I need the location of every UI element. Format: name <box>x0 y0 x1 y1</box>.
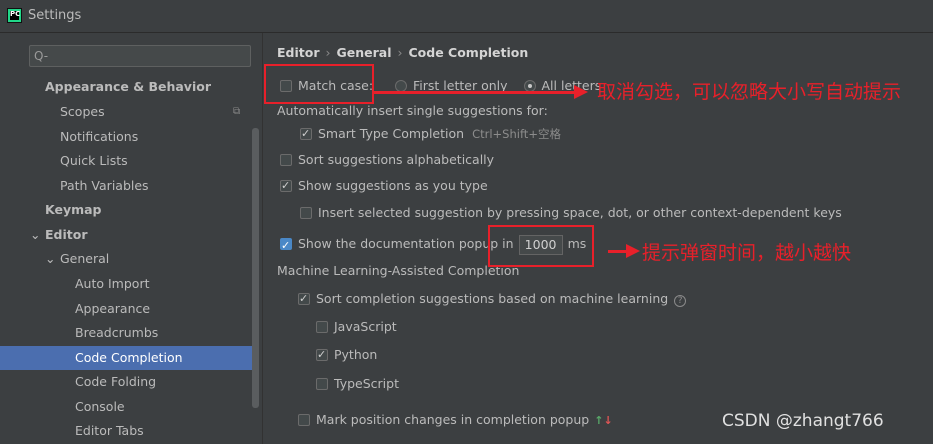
sidebar-item-quick-lists[interactable]: Quick Lists <box>0 149 259 173</box>
insert-selected-checkbox[interactable] <box>300 207 312 219</box>
position-change-arrows-icon: ↑↓ <box>594 414 613 427</box>
pycharm-app-icon: PC <box>7 8 22 23</box>
sidebar-item-console[interactable]: Console <box>0 395 259 419</box>
settings-sidebar: Q- Appearance & Behavior Scopes ⧉ Notific… <box>0 33 263 444</box>
chevron-down-icon[interactable]: ⌄ <box>45 247 55 271</box>
doc-popup-checkbox[interactable] <box>280 235 292 257</box>
sidebar-item-general[interactable]: ⌄ General <box>0 247 259 271</box>
sort-alpha-checkbox[interactable] <box>280 154 292 166</box>
annotation-arrow-line <box>608 250 628 253</box>
lang-js-row: JavaScript <box>316 318 397 336</box>
smart-type-row: Smart Type CompletionCtrl+Shift+空格 <box>300 125 561 143</box>
annotation-arrow-head <box>626 244 640 258</box>
project-scope-icon: ⧉ <box>233 106 241 117</box>
annotation-arrow-line <box>372 91 576 94</box>
window-title: Settings <box>28 8 82 23</box>
breadcrumb: Editor › General › Code Completion <box>277 45 529 60</box>
sidebar-item-scopes[interactable]: Scopes ⧉ <box>0 100 259 124</box>
sidebar-item-breadcrumbs[interactable]: Breadcrumbs <box>0 321 259 345</box>
sidebar-item-appearance-behavior[interactable]: Appearance & Behavior <box>0 75 259 99</box>
lang-ts-row: TypeScript <box>316 375 399 393</box>
show-as-you-type-row: Show suggestions as you type <box>280 177 488 195</box>
sidebar-item-code-folding[interactable]: Code Folding <box>0 370 259 394</box>
typescript-checkbox[interactable] <box>316 378 328 390</box>
sidebar-item-code-completion[interactable]: Code Completion <box>0 346 259 370</box>
python-checkbox[interactable] <box>316 346 328 364</box>
sidebar-item-notifications[interactable]: Notifications <box>0 125 259 149</box>
title-bar: PC Settings <box>0 0 933 33</box>
javascript-checkbox[interactable] <box>316 321 328 333</box>
match-case-highlight-box <box>264 64 374 104</box>
chevron-down-icon[interactable]: ⌄ <box>30 223 40 247</box>
doc-popup-annotation: 提示弹窗时间，越小越快 <box>642 242 852 264</box>
smart-type-checkbox[interactable] <box>300 125 312 143</box>
ml-sort-checkbox[interactable] <box>298 290 310 308</box>
doc-popup-highlight-box <box>488 225 594 267</box>
help-icon[interactable]: ? <box>674 295 687 307</box>
annotation-arrow-head <box>574 85 588 99</box>
lang-python-row: Python <box>316 346 377 364</box>
sidebar-item-editor[interactable]: ⌄ Editor <box>0 223 259 247</box>
sort-alpha-row: Sort suggestions alphabetically <box>280 151 494 169</box>
sidebar-item-appearance[interactable]: Appearance <box>0 297 259 321</box>
ml-section-header: Machine Learning-Assisted Completion <box>277 263 520 278</box>
sidebar-scrollbar[interactable] <box>252 128 259 408</box>
settings-search-input[interactable]: Q- <box>29 45 251 67</box>
ml-sort-row: Sort completion suggestions based on mac… <box>298 290 687 308</box>
show-as-you-type-checkbox[interactable] <box>280 177 292 195</box>
sidebar-item-editor-tabs[interactable]: Editor Tabs <box>0 419 259 443</box>
mark-position-checkbox[interactable] <box>298 414 310 426</box>
mark-position-row: Mark position changes in completion popu… <box>298 411 613 429</box>
smart-type-shortcut: Ctrl+Shift+空格 <box>472 127 561 141</box>
watermark: CSDN @zhangt766 <box>722 411 884 431</box>
sidebar-item-path-variables[interactable]: Path Variables <box>0 174 259 198</box>
search-icon: Q- <box>34 49 49 63</box>
insert-selected-row: Insert selected suggestion by pressing s… <box>300 204 842 222</box>
sidebar-item-auto-import[interactable]: Auto Import <box>0 272 259 296</box>
sidebar-item-keymap[interactable]: Keymap <box>0 198 259 222</box>
match-case-annotation: 取消勾选，可以忽略大小写自动提示 <box>597 81 902 103</box>
auto-insert-header: Automatically insert single suggestions … <box>277 103 548 118</box>
